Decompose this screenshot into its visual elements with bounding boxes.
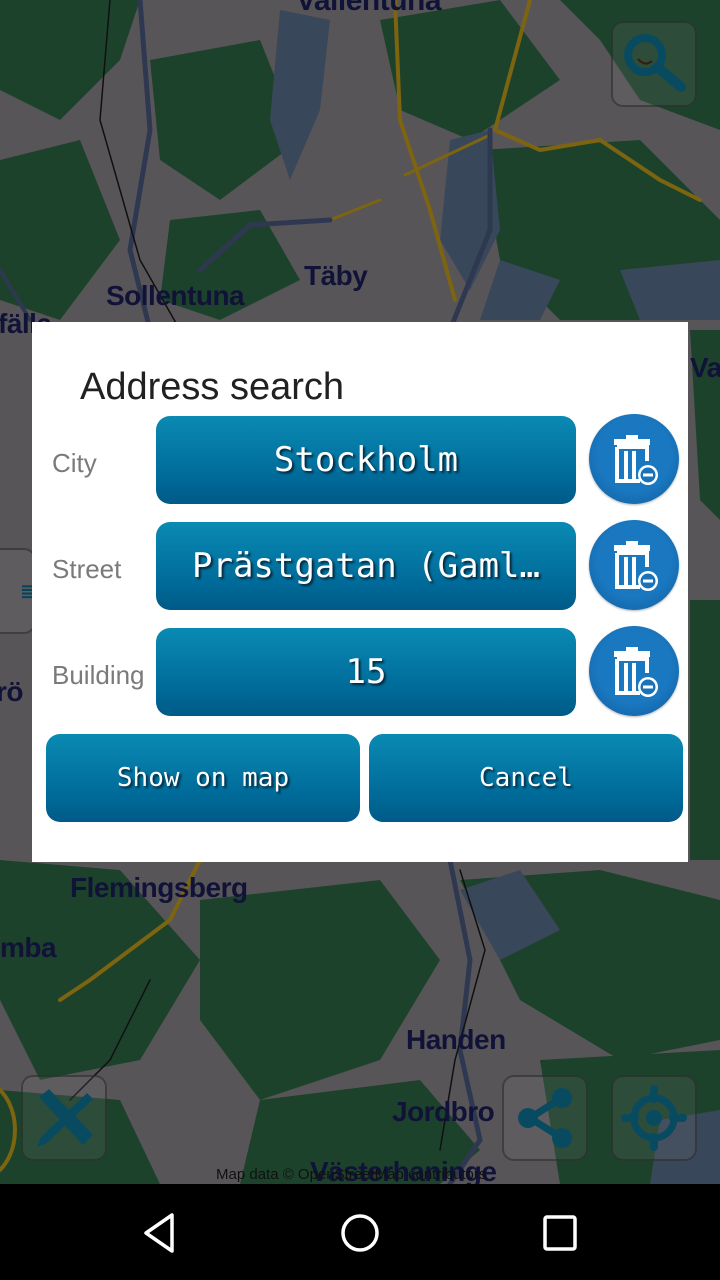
nav-back-button[interactable]: [130, 1208, 190, 1258]
street-value: Prästgatan (Gaml…: [192, 546, 540, 586]
trash-minus-icon: [614, 647, 658, 697]
clear-building-button[interactable]: [589, 626, 679, 716]
building-value: 15: [345, 652, 387, 692]
building-field[interactable]: 15: [156, 628, 576, 716]
back-icon: [144, 1213, 174, 1253]
nav-recents-button[interactable]: [530, 1208, 590, 1258]
dialog-title: Address search: [80, 366, 345, 408]
home-icon: [341, 1214, 379, 1252]
building-label: Building: [52, 660, 145, 690]
system-navigation-bar: [0, 1184, 720, 1280]
city-value: Stockholm: [273, 440, 459, 480]
trash-minus-icon: [614, 435, 658, 485]
city-field[interactable]: Stockholm: [156, 416, 576, 504]
clear-city-button[interactable]: [589, 414, 679, 504]
street-label: Street: [52, 554, 122, 584]
city-label: City: [52, 448, 97, 478]
clear-street-button[interactable]: [589, 520, 679, 610]
address-search-dialog: Address search City Stockholm Street Prä…: [32, 322, 688, 862]
trash-minus-icon: [614, 541, 658, 591]
show-on-map-button[interactable]: Show on map: [46, 734, 360, 822]
street-field[interactable]: Prästgatan (Gaml…: [156, 522, 576, 610]
recents-icon: [543, 1215, 577, 1251]
cancel-button[interactable]: Cancel: [369, 734, 683, 822]
nav-home-button[interactable]: [330, 1208, 390, 1258]
